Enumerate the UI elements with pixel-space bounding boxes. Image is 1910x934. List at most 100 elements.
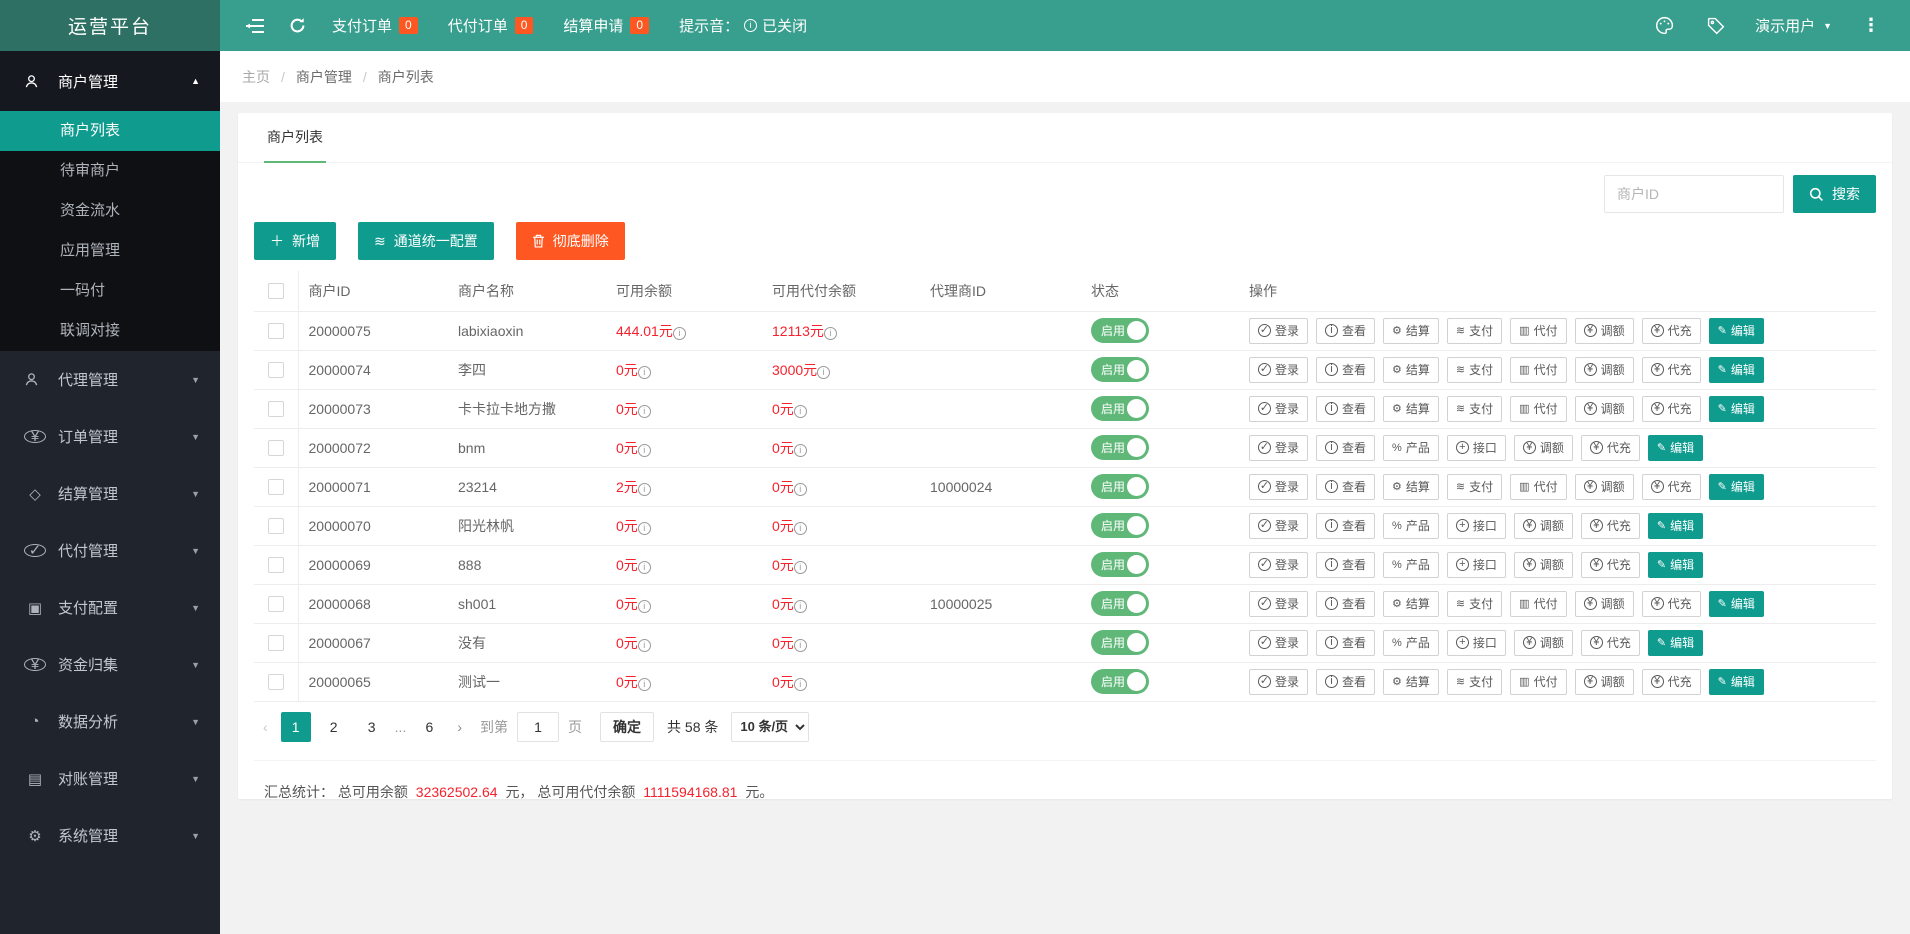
row-checkbox[interactable]	[268, 440, 284, 456]
status-toggle[interactable]: 启用	[1091, 357, 1149, 382]
action-button-编辑[interactable]: ✎编辑	[1648, 513, 1703, 539]
action-button-查看[interactable]: i查看	[1316, 630, 1375, 656]
row-checkbox[interactable]	[268, 323, 284, 339]
action-button-接口[interactable]: +接口	[1447, 552, 1506, 578]
action-button-产品[interactable]: %产品	[1383, 552, 1439, 578]
action-button-结算[interactable]: ⚙结算	[1383, 669, 1439, 695]
row-checkbox[interactable]	[268, 479, 284, 495]
action-button-代充[interactable]: ¥代充	[1581, 630, 1640, 656]
user-menu[interactable]: 演示用户 ▼	[1755, 15, 1832, 36]
status-toggle[interactable]: 启用	[1091, 669, 1149, 694]
action-button-代充[interactable]: ¥代充	[1642, 591, 1701, 617]
action-button-查看[interactable]: i查看	[1316, 357, 1375, 383]
row-checkbox[interactable]	[268, 401, 284, 417]
merchant-id-search-input[interactable]	[1604, 175, 1784, 213]
action-button-接口[interactable]: +接口	[1447, 513, 1506, 539]
action-button-编辑[interactable]: ✎编辑	[1709, 591, 1764, 617]
action-button-调额[interactable]: ¥调额	[1575, 318, 1634, 344]
tag-icon[interactable]	[1695, 0, 1737, 51]
page-number-6[interactable]: 6	[414, 712, 444, 742]
action-button-调额[interactable]: ¥调额	[1514, 552, 1573, 578]
action-button-编辑[interactable]: ✎编辑	[1648, 552, 1703, 578]
header-nav-item-1[interactable]: 代付订单0	[448, 15, 534, 36]
tab-merchant-list[interactable]: 商户列表	[264, 113, 326, 163]
row-checkbox[interactable]	[268, 557, 284, 573]
prev-page-icon[interactable]: ‹	[254, 719, 277, 735]
action-button-代付[interactable]: ▥代付	[1510, 357, 1566, 383]
sound-status[interactable]: 提示音： i 已关闭	[679, 15, 807, 36]
sidebar-subitem-应用管理[interactable]: 应用管理	[0, 231, 220, 271]
action-button-编辑[interactable]: ✎编辑	[1709, 318, 1764, 344]
theme-palette-icon[interactable]	[1643, 0, 1685, 51]
sidebar-item-数据分析[interactable]: ◔数据分析▼	[0, 693, 220, 750]
action-button-登录[interactable]: ✓登录	[1249, 630, 1308, 656]
row-checkbox[interactable]	[268, 635, 284, 651]
action-button-结算[interactable]: ⚙结算	[1383, 591, 1439, 617]
action-button-调额[interactable]: ¥调额	[1514, 630, 1573, 656]
breadcrumb-item-1[interactable]: 商户管理	[296, 67, 352, 87]
action-button-查看[interactable]: i查看	[1316, 669, 1375, 695]
page-number-1[interactable]: 1	[281, 712, 311, 742]
row-checkbox[interactable]	[268, 362, 284, 378]
sidebar-item-代付管理[interactable]: ✓代付管理▼	[0, 522, 220, 579]
sidebar-subitem-资金流水[interactable]: 资金流水	[0, 191, 220, 231]
action-button-调额[interactable]: ¥调额	[1514, 513, 1573, 539]
action-button-代充[interactable]: ¥代充	[1642, 318, 1701, 344]
action-button-产品[interactable]: %产品	[1383, 435, 1439, 461]
action-button-查看[interactable]: i查看	[1316, 435, 1375, 461]
action-button-支付[interactable]: ≋支付	[1447, 318, 1502, 344]
action-button-支付[interactable]: ≋支付	[1447, 669, 1502, 695]
delete-button[interactable]: 彻底删除	[516, 222, 625, 260]
sidebar-subitem-联调对接[interactable]: 联调对接	[0, 311, 220, 351]
action-button-调额[interactable]: ¥调额	[1575, 591, 1634, 617]
action-button-结算[interactable]: ⚙结算	[1383, 474, 1439, 500]
action-button-支付[interactable]: ≋支付	[1447, 474, 1502, 500]
action-button-编辑[interactable]: ✎编辑	[1648, 435, 1703, 461]
action-button-查看[interactable]: i查看	[1316, 396, 1375, 422]
action-button-登录[interactable]: ✓登录	[1249, 396, 1308, 422]
sidebar-item-对账管理[interactable]: ▤对账管理▼	[0, 750, 220, 807]
status-toggle[interactable]: 启用	[1091, 591, 1149, 616]
sidebar-subitem-一码付[interactable]: 一码付	[0, 271, 220, 311]
action-button-产品[interactable]: %产品	[1383, 513, 1439, 539]
sidebar-subitem-待审商户[interactable]: 待审商户	[0, 151, 220, 191]
action-button-登录[interactable]: ✓登录	[1249, 513, 1308, 539]
action-button-查看[interactable]: i查看	[1316, 552, 1375, 578]
sidebar-item-系统管理[interactable]: ⚙系统管理▼	[0, 807, 220, 864]
select-all-checkbox[interactable]	[268, 283, 284, 299]
action-button-登录[interactable]: ✓登录	[1249, 591, 1308, 617]
page-number-2[interactable]: 2	[319, 712, 349, 742]
action-button-支付[interactable]: ≋支付	[1447, 591, 1502, 617]
row-checkbox[interactable]	[268, 674, 284, 690]
action-button-调额[interactable]: ¥调额	[1575, 357, 1634, 383]
status-toggle[interactable]: 启用	[1091, 396, 1149, 421]
action-button-登录[interactable]: ✓登录	[1249, 357, 1308, 383]
sidebar-item-订单管理[interactable]: ¥订单管理▼	[0, 408, 220, 465]
status-toggle[interactable]: 启用	[1091, 552, 1149, 577]
page-number-3[interactable]: 3	[357, 712, 387, 742]
action-button-产品[interactable]: %产品	[1383, 630, 1439, 656]
status-toggle[interactable]: 启用	[1091, 318, 1149, 343]
breadcrumb-item-0[interactable]: 主页	[242, 67, 270, 87]
action-button-代充[interactable]: ¥代充	[1642, 669, 1701, 695]
header-nav-item-2[interactable]: 结算申请0	[563, 15, 649, 36]
goto-page-input[interactable]	[517, 712, 559, 742]
row-checkbox[interactable]	[268, 596, 284, 612]
action-button-登录[interactable]: ✓登录	[1249, 435, 1308, 461]
status-toggle[interactable]: 启用	[1091, 513, 1149, 538]
action-button-支付[interactable]: ≋支付	[1447, 396, 1502, 422]
per-page-select[interactable]: 10 条/页	[731, 712, 809, 742]
action-button-查看[interactable]: i查看	[1316, 591, 1375, 617]
action-button-代充[interactable]: ¥代充	[1581, 435, 1640, 461]
next-page-icon[interactable]: ›	[448, 719, 471, 735]
action-button-结算[interactable]: ⚙结算	[1383, 396, 1439, 422]
action-button-接口[interactable]: +接口	[1447, 435, 1506, 461]
action-button-登录[interactable]: ✓登录	[1249, 552, 1308, 578]
action-button-代付[interactable]: ▥代付	[1510, 474, 1566, 500]
sidebar-subitem-商户列表[interactable]: 商户列表	[0, 111, 220, 151]
action-button-代付[interactable]: ▥代付	[1510, 396, 1566, 422]
action-button-接口[interactable]: +接口	[1447, 630, 1506, 656]
status-toggle[interactable]: 启用	[1091, 630, 1149, 655]
action-button-代付[interactable]: ▥代付	[1510, 669, 1566, 695]
action-button-编辑[interactable]: ✎编辑	[1709, 396, 1764, 422]
